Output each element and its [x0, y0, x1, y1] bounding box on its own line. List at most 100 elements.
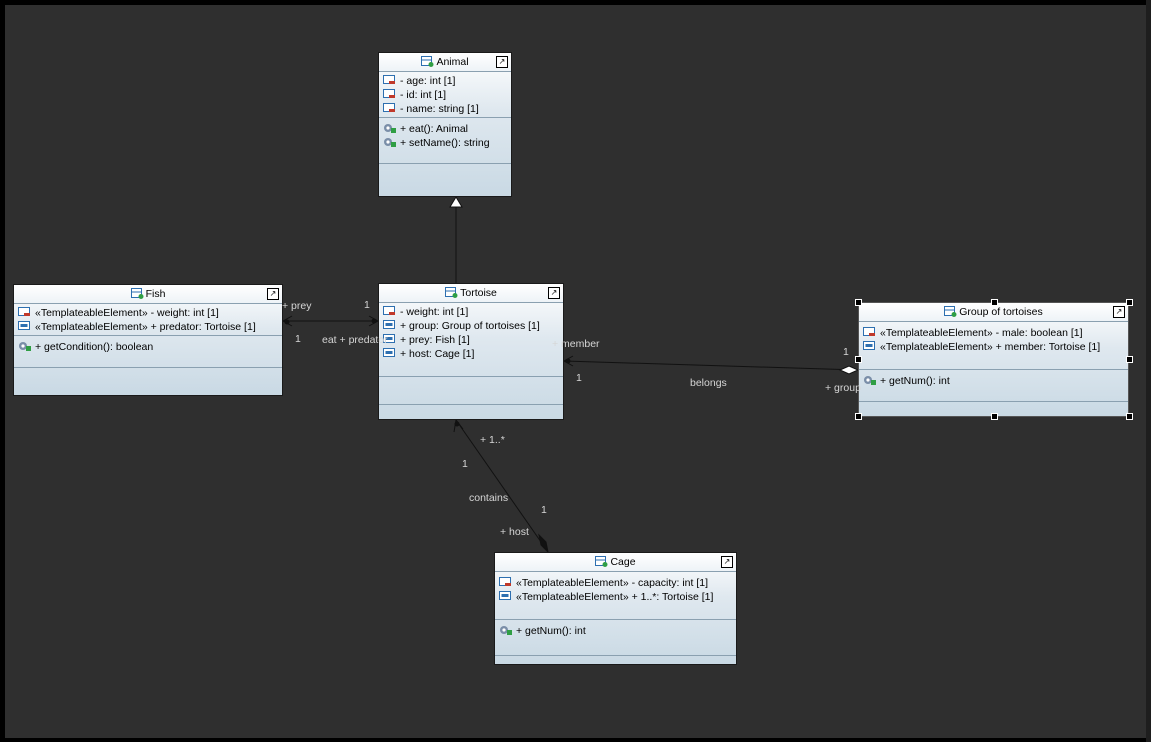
private-attribute-icon — [863, 327, 875, 336]
class-icon — [595, 556, 608, 567]
group-role-label: + group — [825, 382, 861, 394]
operations-compartment: + getNum(): int — [495, 620, 736, 656]
attributes-compartment: «TemplateableElement» - male: boolean [1… — [859, 322, 1128, 370]
attribute-row[interactable]: «TemplateableElement» + predator: Tortoi… — [18, 320, 282, 334]
selection-handle[interactable] — [1126, 299, 1133, 306]
one-many-role-label: + 1..* — [480, 434, 505, 446]
attribute-text: «TemplateableElement» - weight: int [1] — [35, 307, 219, 319]
attributes-compartment: «TemplateableElement» - capacity: int [1… — [495, 572, 736, 620]
open-link-icon[interactable]: ↗ — [267, 288, 279, 300]
selection-handle[interactable] — [1126, 413, 1133, 420]
selection-handle[interactable] — [855, 299, 862, 306]
private-attribute-icon — [18, 307, 30, 316]
attribute-text: «TemplateableElement» - capacity: int [1… — [516, 577, 709, 589]
operation-row[interactable]: + getNum(): int — [863, 374, 1128, 388]
operation-row[interactable]: + eat(): Animal — [383, 122, 511, 136]
public-attribute-icon — [499, 591, 511, 600]
class-fish[interactable]: Fish ↗ «TemplateableElement» - weight: i… — [13, 284, 283, 396]
attribute-row[interactable]: + prey: Fish [1] — [383, 333, 563, 347]
belongs-association-line — [563, 360, 859, 371]
attribute-text: - id: int [1] — [400, 89, 447, 101]
host-multiplicity: 1 — [541, 504, 547, 516]
operations-compartment: + eat(): Animal + setName(): string — [379, 118, 511, 164]
attribute-row[interactable]: - age: int [1] — [383, 74, 511, 88]
tortoise-multiplicity: 1 — [364, 299, 370, 311]
attribute-text: «TemplateableElement» + member: Tortoise… — [880, 341, 1101, 353]
attribute-text: «TemplateableElement» + 1..*: Tortoise [… — [516, 591, 714, 603]
open-link-icon[interactable]: ↗ — [548, 287, 560, 299]
attribute-text: + host: Cage [1] — [400, 348, 475, 360]
open-link-icon[interactable]: ↗ — [496, 56, 508, 68]
selection-handle[interactable] — [991, 299, 998, 306]
open-link-icon[interactable]: ↗ — [721, 556, 733, 568]
class-animal-header: Animal ↗ — [379, 53, 511, 72]
class-icon — [445, 287, 458, 298]
attributes-compartment: - weight: int [1] + group: Group of tort… — [379, 303, 563, 377]
contains-multiplicity: 1 — [462, 458, 468, 470]
operation-icon — [384, 138, 396, 147]
attribute-text: + group: Group of tortoises [1] — [400, 320, 540, 332]
operation-text: + getNum(): int — [516, 625, 586, 637]
attribute-row[interactable]: «TemplateableElement» - male: boolean [1… — [863, 326, 1128, 340]
belongs-end-dot — [565, 358, 571, 364]
private-attribute-icon — [383, 306, 395, 315]
class-group-name: Group of tortoises — [959, 306, 1043, 318]
attributes-compartment: - age: int [1] - id: int [1] - name: str… — [379, 72, 511, 118]
selection-handle[interactable] — [855, 413, 862, 420]
eat-predator-label: eat + predator — [322, 334, 388, 346]
operation-icon — [500, 626, 512, 635]
public-attribute-icon — [18, 321, 30, 330]
attribute-row[interactable]: - id: int [1] — [383, 88, 511, 102]
private-attribute-icon — [499, 577, 511, 586]
attribute-text: + prey: Fish [1] — [400, 334, 470, 346]
operation-row[interactable]: + getCondition(): boolean — [18, 340, 282, 354]
attributes-compartment: «TemplateableElement» - weight: int [1] … — [14, 304, 282, 336]
composition-diamond — [538, 533, 549, 554]
attribute-row[interactable]: + host: Cage [1] — [383, 347, 563, 361]
class-animal[interactable]: Animal ↗ - age: int [1] - id: int [1] - … — [378, 52, 512, 197]
member-multiplicity: 1 — [576, 372, 582, 384]
operation-icon — [19, 342, 31, 351]
selection-handle[interactable] — [1126, 356, 1133, 363]
attribute-text: - weight: int [1] — [400, 306, 469, 318]
attribute-row[interactable]: + group: Group of tortoises [1] — [383, 319, 563, 333]
contains-end-dot — [454, 421, 460, 427]
attribute-text: «TemplateableElement» - male: boolean [1… — [880, 327, 1083, 339]
operation-row[interactable]: + setName(): string — [383, 136, 511, 150]
member-role-label: + member — [552, 338, 600, 350]
class-cage[interactable]: Cage ↗ «TemplateableElement» - capacity:… — [494, 552, 737, 665]
operation-row[interactable]: + getNum(): int — [499, 624, 736, 638]
attribute-row[interactable]: «TemplateableElement» + 1..*: Tortoise [… — [499, 590, 736, 604]
operations-compartment — [379, 377, 563, 405]
attribute-row[interactable]: «TemplateableElement» - capacity: int [1… — [499, 576, 736, 590]
class-tortoise[interactable]: Tortoise ↗ - weight: int [1] + group: Gr… — [378, 283, 564, 420]
operations-compartment: + getCondition(): boolean — [14, 336, 282, 368]
operation-text: + getNum(): int — [880, 375, 950, 387]
operations-compartment: + getNum(): int — [859, 370, 1128, 402]
aggregation-diamond — [838, 365, 860, 375]
class-cage-name: Cage — [610, 556, 636, 568]
host-role-label: + host — [500, 526, 529, 538]
class-group-of-tortoises[interactable]: Group of tortoises ↗ «TemplateableElemen… — [858, 302, 1129, 417]
class-fish-header: Fish ↗ — [14, 285, 282, 304]
attribute-row[interactable]: - weight: int [1] — [383, 305, 563, 319]
class-cage-header: Cage ↗ — [495, 553, 736, 572]
contains-label: contains — [469, 492, 509, 504]
operation-text: + getCondition(): boolean — [35, 341, 154, 353]
attribute-text: - name: string [1] — [400, 103, 479, 115]
belongs-label: belongs — [690, 377, 727, 389]
private-attribute-icon — [383, 103, 395, 112]
attribute-row[interactable]: - name: string [1] — [383, 102, 511, 116]
selection-handle[interactable] — [855, 356, 862, 363]
generalization-arrowhead — [449, 196, 463, 208]
public-attribute-icon — [383, 348, 395, 357]
selection-handle[interactable] — [991, 413, 998, 420]
operation-icon — [864, 376, 876, 385]
attribute-row[interactable]: «TemplateableElement» + member: Tortoise… — [863, 340, 1128, 354]
class-icon — [130, 288, 144, 299]
private-attribute-icon — [383, 75, 395, 84]
prey-role-label: + prey — [282, 300, 312, 312]
open-link-icon[interactable]: ↗ — [1113, 306, 1125, 318]
attribute-row[interactable]: «TemplateableElement» - weight: int [1] — [18, 306, 282, 320]
eat-end-dot-left — [284, 319, 290, 325]
